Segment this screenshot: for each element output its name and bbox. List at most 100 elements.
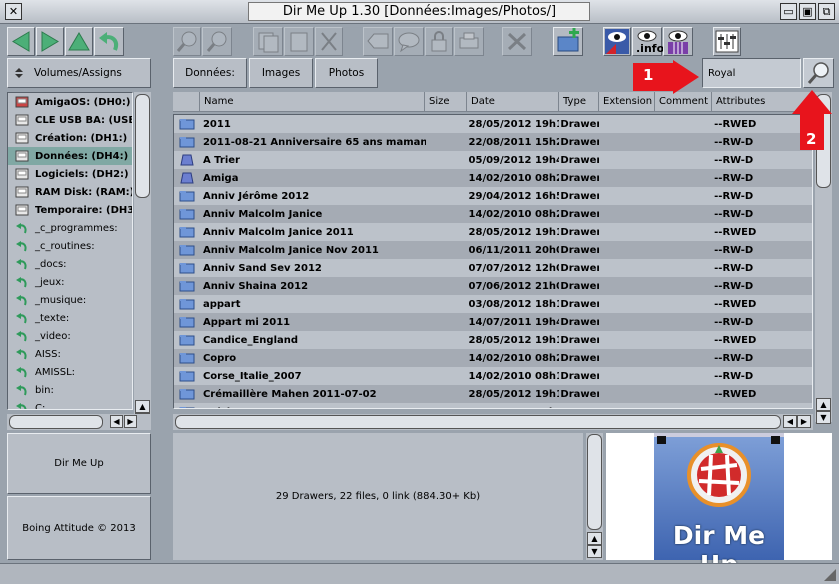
volume-item[interactable]: _c_programmes:: [8, 219, 132, 237]
hscroll-knob[interactable]: [175, 415, 781, 429]
preview-scrollbar[interactable]: ▲ ▼: [586, 433, 603, 560]
filter-input[interactable]: Royal: [702, 58, 801, 88]
volume-item[interactable]: C:: [8, 399, 132, 409]
back-button[interactable]: [7, 27, 35, 56]
volume-item[interactable]: AmigaOS: (DH0:): [8, 93, 132, 111]
file-type: Drawer: [560, 208, 600, 220]
file-row[interactable]: Anniv Jérôme 2012 29/04/2012 16h51Drawer -…: [174, 187, 812, 205]
volume-item[interactable]: _c_routines:: [8, 237, 132, 255]
breadcrumb-images[interactable]: Images: [249, 58, 313, 88]
file-row[interactable]: Candice_England 28/05/2012 19h11Drawer --R…: [174, 331, 812, 349]
hscroll-knob[interactable]: [9, 415, 103, 429]
print-button[interactable]: [454, 27, 484, 56]
file-row[interactable]: Appart mi 2011 14/07/2011 19h45Drawer --RW…: [174, 313, 812, 331]
settings-button[interactable]: [713, 27, 741, 56]
scroll-knob[interactable]: [587, 434, 602, 530]
copy-button[interactable]: [253, 27, 283, 56]
volume-item[interactable]: Logiciels: (DH2:): [8, 165, 132, 183]
resize-gadget[interactable]: [824, 569, 836, 581]
volume-item[interactable]: CLE USB BA: (USB: [8, 111, 132, 129]
file-row[interactable]: appart 03/08/2012 18h19Drawer --RWED: [174, 295, 812, 313]
scroll-knob[interactable]: [135, 94, 150, 198]
refresh-button[interactable]: [94, 27, 124, 56]
iconify-button[interactable]: ▭: [780, 3, 797, 20]
scroll-left-button[interactable]: ◀: [783, 415, 797, 428]
volume-item[interactable]: _docs:: [8, 255, 132, 273]
scroll-right-button[interactable]: ▶: [124, 415, 137, 428]
volumes-assigns-cycle[interactable]: Volumes/Assigns: [7, 58, 151, 88]
cut-button[interactable]: [315, 27, 343, 56]
volume-item[interactable]: AISS:: [8, 345, 132, 363]
scroll-up-button[interactable]: ▲: [587, 532, 602, 545]
icon-view-button[interactable]: [663, 27, 693, 56]
search-next-button[interactable]: [202, 27, 232, 56]
assign-arrow-icon: [15, 294, 29, 306]
volume-list-scrollbar[interactable]: ▲ ▼: [134, 92, 151, 426]
file-name: Anniv Malcolm Janice 2011: [202, 226, 354, 238]
column-type[interactable]: Type: [559, 92, 599, 112]
file-row[interactable]: Anniv Sand Sev 2012 07/07/2012 12h01Drawe…: [174, 259, 812, 277]
file-row[interactable]: Anniv Malcolm Janice 14/02/2010 08h21Draw…: [174, 205, 812, 223]
zoom-button[interactable]: ▣: [799, 3, 816, 20]
volume-item[interactable]: RAM Disk: (RAM:): [8, 183, 132, 201]
parent-button[interactable]: [65, 27, 93, 56]
file-row[interactable]: Anniv Malcolm Janice Nov 2011 06/11/2011 …: [174, 241, 812, 259]
column-name[interactable]: Name: [200, 92, 425, 112]
filter-search-button[interactable]: [803, 58, 834, 88]
file-list-hscrollbar[interactable]: ◀ ▶: [173, 414, 813, 430]
new-drawer-button[interactable]: [553, 27, 583, 56]
file-row[interactable]: Crémaillère Mahen 2011-07-02 28/05/2012 1…: [174, 385, 812, 403]
scroll-up-button[interactable]: ▲: [816, 398, 831, 411]
forward-button[interactable]: [36, 27, 64, 56]
file-row[interactable]: Anniv Shaina 2012 07/06/2012 21h00Drawer -…: [174, 277, 812, 295]
file-row[interactable]: A Trier 05/09/2012 19h40Drawer --RW-D: [174, 151, 812, 169]
volume-item[interactable]: _video:: [8, 327, 132, 345]
volume-list-hscrollbar[interactable]: ◀ ▶: [7, 414, 151, 430]
scroll-down-button[interactable]: ▼: [816, 411, 831, 424]
file-row[interactable]: Anniv Malcolm Janice 2011 28/05/2012 19h1…: [174, 223, 812, 241]
volume-item[interactable]: _musique:: [8, 291, 132, 309]
search-tool-button[interactable]: [173, 27, 201, 56]
rename-button[interactable]: [363, 27, 393, 56]
comment-button[interactable]: [394, 27, 424, 56]
file-date: 07/06/2012 21h00: [468, 280, 560, 292]
volume-item[interactable]: _texte:: [8, 309, 132, 327]
column-date[interactable]: Date: [467, 92, 559, 112]
volume-item[interactable]: AMISSL:: [8, 363, 132, 381]
file-attributes: --RWED: [714, 334, 757, 346]
delete-button[interactable]: [502, 27, 532, 56]
volume-list[interactable]: AmigaOS: (DH0:) CLE USB BA: (USB Création:…: [7, 92, 133, 410]
volume-item[interactable]: Données: (DH4:): [8, 147, 132, 165]
show-button[interactable]: [603, 27, 631, 56]
scroll-left-button[interactable]: ◀: [110, 415, 123, 428]
eye-icon: [605, 29, 629, 54]
file-row[interactable]: 2011-08-21 Anniversaire 65 ans maman 22/0…: [174, 133, 812, 151]
scroll-down-button[interactable]: ▼: [587, 545, 602, 558]
sliders-icon: [715, 30, 739, 53]
volume-item[interactable]: bin:: [8, 381, 132, 399]
disk-icon: [15, 96, 29, 108]
copy-icon: [258, 32, 279, 53]
title-bar[interactable]: ✕ Dir Me Up 1.30 [Données:Images/Photos/…: [0, 0, 839, 24]
scroll-up-button[interactable]: ▲: [135, 400, 150, 413]
volume-item[interactable]: _jeux:: [8, 273, 132, 291]
file-name: Appart mi 2011: [202, 316, 291, 328]
file-type: Drawer: [560, 388, 600, 400]
volume-item[interactable]: Création: (DH1:): [8, 129, 132, 147]
file-list[interactable]: 201128/05/2012 19h13Drawer--RWED2011-08-…: [173, 114, 813, 409]
depth-button[interactable]: ⧉: [818, 3, 835, 20]
file-row[interactable]: Corse_Italie_2007 14/02/2010 08h18Drawer -…: [174, 367, 812, 385]
column-size[interactable]: Size: [425, 92, 467, 112]
breadcrumb-photos[interactable]: Photos: [315, 58, 378, 88]
breadcrumb-donnees[interactable]: Données:: [173, 58, 247, 88]
file-row[interactable]: Copro 14/02/2010 08h23Drawer --RW-D: [174, 349, 812, 367]
file-row[interactable]: Amiga 14/02/2010 08h21Drawer --RW-D: [174, 169, 812, 187]
scroll-right-button[interactable]: ▶: [797, 415, 811, 428]
volume-item[interactable]: Temporaire: (DH3:): [8, 201, 132, 219]
paste-button[interactable]: [284, 27, 314, 56]
speech-bubble-icon: [398, 32, 420, 53]
file-row[interactable]: 201128/05/2012 19h13Drawer--RWED: [174, 115, 812, 133]
protect-button[interactable]: [425, 27, 453, 56]
info-button[interactable]: .info: [632, 27, 664, 56]
file-row[interactable]: Cuisine 21/07/2012 18h20Drawer --RWED: [174, 403, 812, 408]
